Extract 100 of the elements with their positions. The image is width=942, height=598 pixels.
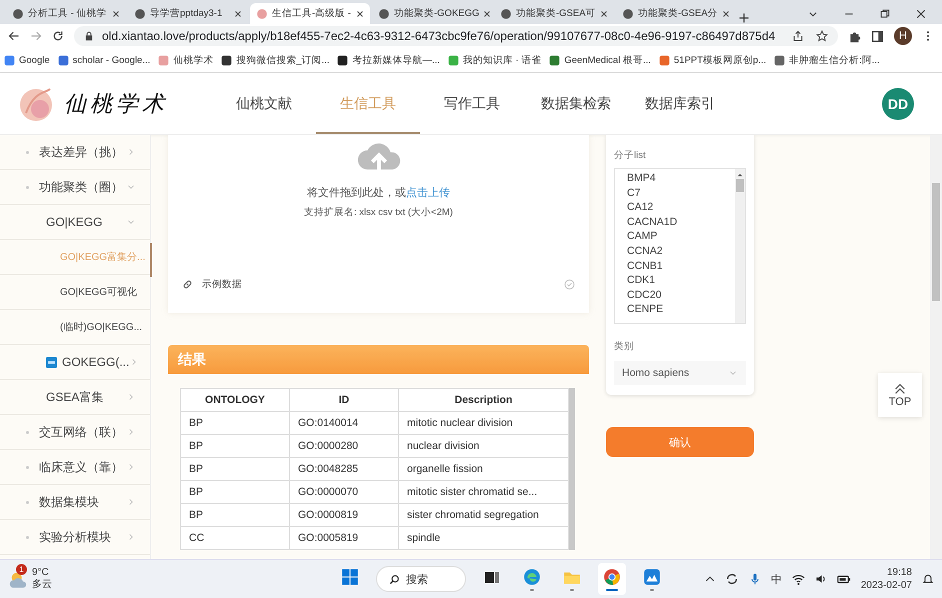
bookmark-link[interactable]: GeenMedical 根哥... — [564, 54, 651, 66]
clock-time: 19:18 — [886, 566, 912, 579]
sidebar-item[interactable]: 实验分析模块 — [0, 520, 150, 555]
bookmark-favicon — [658, 54, 670, 66]
page-favicon — [622, 8, 634, 20]
scrollbar-thumb[interactable] — [569, 388, 575, 550]
brand-name: 仙桃学术 — [64, 90, 168, 118]
bookmark-favicon — [774, 54, 786, 66]
table-cell: GO:0000280 — [290, 434, 398, 458]
scrollbar-thumb[interactable] — [736, 179, 744, 192]
speaker-icon — [814, 573, 827, 585]
bookmark-link[interactable]: 考拉新媒体导航—... — [352, 54, 440, 66]
back-arrow-icon — [8, 30, 20, 42]
taskbar-search[interactable]: 搜索 — [376, 566, 466, 592]
upload-prompt: 将文件拖到此处，或点击上传 — [307, 186, 450, 200]
windows-logo-icon — [341, 568, 359, 586]
table-cell: BP — [180, 504, 290, 526]
bookmark-favicon — [448, 54, 459, 66]
bookmark-link[interactable]: 我的知识库 · 语雀 — [462, 54, 542, 66]
browser-tab[interactable]: 功能聚类-GOKEGG — [372, 3, 492, 24]
sidebar-item[interactable]: 数据集模块 — [0, 485, 150, 520]
column-header: Description — [398, 388, 568, 412]
scrollbar-thumb[interactable] — [932, 183, 940, 301]
sidebar-item[interactable]: (临时)GO|KEGG... — [0, 310, 150, 345]
wifi-icon — [792, 572, 805, 586]
nav-tab[interactable]: 写作工具 — [420, 73, 524, 134]
chevron-up-icon — [704, 574, 715, 584]
search-icon — [389, 574, 400, 584]
table-cell: spindle — [398, 526, 568, 550]
browser-tab[interactable]: 导学营pptday3-1 — [128, 3, 248, 24]
edge-browser-icon — [523, 568, 541, 586]
bookmark-link[interactable]: 搜狗微信搜索_订阅... — [236, 54, 330, 66]
table-cell: organelle fission — [398, 458, 568, 480]
nav-tab[interactable]: 数据库索引 — [628, 73, 732, 134]
temperature-text: 9°C — [32, 567, 50, 579]
restore-icon — [880, 9, 890, 19]
nav-tab[interactable]: 数据集检索 — [524, 73, 628, 134]
sidebar-item[interactable]: GOKEGG(... — [0, 345, 150, 380]
category-select[interactable]: Homo sapiens — [614, 361, 746, 385]
bookmark-link[interactable]: 仙桃学术 — [173, 54, 214, 66]
table-cell: GO:0048285 — [290, 458, 398, 480]
bookmark-link[interactable]: Google — [19, 54, 50, 66]
bookmark-favicon — [158, 54, 170, 66]
bookmark-favicon — [221, 54, 232, 66]
bookmark-link[interactable]: 非肿瘤生信分析:阿... — [789, 54, 880, 66]
sidebar-item[interactable]: GO|KEGG可视化 — [0, 275, 150, 310]
browser-tab[interactable]: 分析工具 - 仙桃学 — [6, 3, 126, 24]
sidebar-item[interactable]: GSEA富集 — [0, 380, 150, 415]
bookmark-favicon — [58, 54, 69, 66]
table-cell: BP — [180, 458, 290, 480]
browser-tab[interactable]: 功能聚类-GSEA分 — [616, 3, 736, 24]
table-cell: GO:0140014 — [290, 412, 398, 434]
table-cell: BP — [180, 434, 290, 458]
browser-tab[interactable]: 生信工具-高级版 - — [250, 3, 370, 24]
sidebar-item[interactable]: 功能聚类（圈） — [0, 170, 150, 205]
forward-arrow-icon — [30, 30, 42, 42]
link-icon — [182, 279, 193, 290]
sidebar-item[interactable]: 临床意义（靠） — [0, 450, 150, 485]
bookmark-link[interactable]: 51PPT模板网原创p... — [674, 54, 766, 66]
page-favicon — [12, 8, 24, 20]
upload-dropzone[interactable]: 将文件拖到此处，或点击上传 支持扩展名: xlsx csv txt (大小<2M) 示例数据 — [168, 135, 589, 313]
sidebar-item[interactable]: 交互网络（联） — [0, 415, 150, 450]
close-icon — [483, 10, 492, 18]
back-to-top-button[interactable]: TOP — [878, 373, 922, 417]
page-favicon — [256, 8, 268, 20]
table-cell: nuclear division — [398, 434, 568, 458]
page-favicon — [134, 8, 146, 20]
scrollbar-thumb[interactable] — [150, 243, 152, 277]
check-circle-icon — [564, 279, 575, 290]
close-icon — [916, 9, 926, 19]
field-label: 类别 — [614, 340, 635, 353]
share-icon — [792, 30, 804, 42]
nav-tab[interactable]: 仙桃文献 — [212, 73, 316, 134]
bookmark-favicon — [4, 54, 15, 66]
column-header: ONTOLOGY — [180, 388, 290, 412]
sync-icon — [724, 572, 739, 586]
molecule-list-field[interactable]: BMP4 C7 CA12 CACNA1D CAMP CCNA2 CCNB1 CDK1 CDC20 CENPE — [614, 168, 746, 324]
profile-avatar[interactable]: H — [894, 27, 912, 45]
table-cell: BP — [180, 480, 290, 504]
mountain-app-icon — [643, 568, 661, 586]
table-cell: CC — [180, 526, 290, 550]
bookmark-link[interactable]: scholar - Google... — [72, 54, 150, 66]
chrome-browser-icon — [603, 568, 621, 586]
address-bar[interactable]: old.xiantao.love/products/apply/b18ef455-7ec2-4c63-9312-6473cbc9fe76/operation/99107677-08c0-4e96-9197-c86497d875d4 — [74, 26, 838, 46]
lock-icon — [84, 31, 94, 41]
input-method-indicator[interactable]: 中 — [770, 572, 782, 586]
microphone-icon — [748, 573, 761, 585]
table-cell: mitotic sister chromatid se... — [398, 480, 568, 504]
browser-tab[interactable]: 功能聚类-GSEA可 — [494, 3, 614, 24]
sidebar-item[interactable]: 表达差异（挑） — [0, 135, 150, 170]
results-header: 结果 — [168, 345, 589, 374]
user-avatar[interactable]: DD — [882, 88, 914, 120]
star-icon — [816, 30, 828, 42]
notification-badge: 1 — [16, 564, 27, 575]
table-cell: GO:0000070 — [290, 480, 398, 504]
reload-icon — [52, 30, 64, 42]
sidebar-item[interactable]: GO|KEGG — [0, 205, 150, 240]
field-label: 分子list — [614, 149, 647, 162]
column-header: ID — [290, 388, 398, 412]
example-data-link[interactable]: 示例数据 — [202, 278, 242, 291]
